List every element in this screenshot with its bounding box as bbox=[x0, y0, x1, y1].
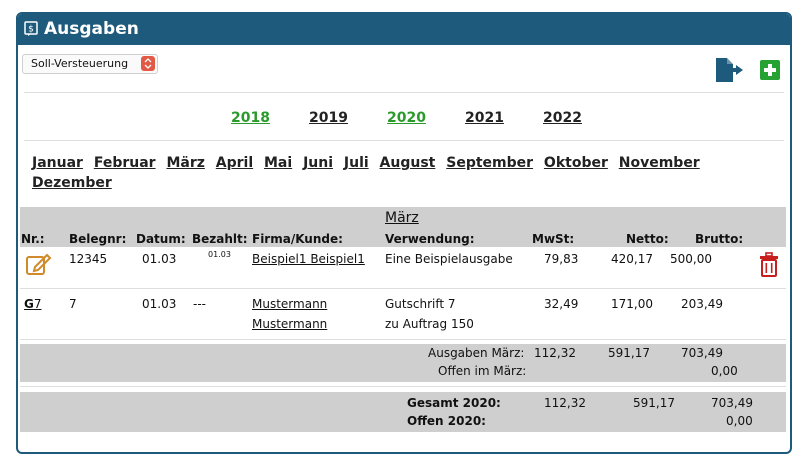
col-header-nr: Nr.: bbox=[21, 232, 45, 246]
col-header-brutto: Brutto: bbox=[695, 232, 744, 246]
edit-icon[interactable] bbox=[26, 252, 52, 276]
trash-icon[interactable] bbox=[758, 252, 780, 278]
month-summary-brutto: 703,49 bbox=[681, 346, 723, 360]
row1-datum: 01.03 bbox=[142, 252, 177, 266]
row2-netto: 171,00 bbox=[611, 297, 653, 311]
plus-icon bbox=[764, 64, 776, 76]
month-link-mai[interactable]: Mai bbox=[264, 155, 292, 171]
add-expense-button[interactable] bbox=[760, 60, 780, 80]
year-summary-brutto: 703,49 bbox=[711, 396, 753, 410]
row2-datum: 01.03 bbox=[142, 297, 177, 311]
month-link-juli[interactable]: Juli bbox=[344, 155, 369, 171]
export-file-icon[interactable] bbox=[714, 57, 744, 83]
col-header-bezahlt: Bezahlt: bbox=[192, 232, 248, 246]
month-summary-band bbox=[20, 344, 786, 382]
row1-verwendung: Eine Beispielausgabe bbox=[385, 252, 513, 266]
row1-brutto: 500,00 bbox=[670, 252, 712, 266]
month-link-januar[interactable]: Januar bbox=[32, 155, 83, 171]
row-divider bbox=[20, 288, 786, 289]
year-link-2018[interactable]: 2018 bbox=[231, 110, 270, 126]
month-link-dezember[interactable]: Dezember bbox=[32, 175, 112, 191]
year-summary-mwst: 112,32 bbox=[544, 396, 586, 410]
expenses-panel: $ Ausgaben Soll-Versteuerung 2018 2019 2… bbox=[16, 12, 792, 454]
divider bbox=[24, 140, 784, 141]
svg-text:$: $ bbox=[28, 25, 34, 35]
select-arrows-icon bbox=[141, 56, 155, 71]
tax-mode-value: Soll-Versteuerung bbox=[31, 57, 129, 70]
row-divider bbox=[20, 339, 786, 340]
month-open-label: Offen im März: bbox=[438, 364, 527, 378]
row2-mwst: 32,49 bbox=[544, 297, 579, 311]
month-link-april[interactable]: April bbox=[216, 155, 253, 171]
divider bbox=[24, 92, 784, 93]
row2-brutto: 203,49 bbox=[681, 297, 723, 311]
col-header-mwst: MwSt: bbox=[532, 232, 575, 246]
row1-netto: 420,17 bbox=[611, 252, 653, 266]
row2-firma-link-2[interactable]: Mustermann bbox=[252, 317, 327, 331]
year-link-2020[interactable]: 2020 bbox=[387, 110, 426, 126]
year-summary-netto: 591,17 bbox=[633, 396, 675, 410]
col-header-verwendung: Verwendung: bbox=[385, 232, 475, 246]
row2-bezahlt: --- bbox=[193, 297, 206, 311]
row1-bezahlt: 01.03 bbox=[208, 250, 231, 259]
row1-mwst: 79,83 bbox=[544, 252, 579, 266]
row2-belegnr: 7 bbox=[69, 297, 77, 311]
col-header-netto: Netto: bbox=[626, 232, 669, 246]
month-links: Januar Februar März April Mai Juni Juli … bbox=[32, 153, 732, 193]
month-link-august[interactable]: August bbox=[380, 155, 436, 171]
tax-mode-select[interactable]: Soll-Versteuerung bbox=[22, 54, 158, 74]
row2-firma-link[interactable]: Mustermann bbox=[252, 297, 327, 311]
year-link-2022[interactable]: 2022 bbox=[543, 110, 582, 126]
col-header-firma: Firma/Kunde: bbox=[252, 232, 343, 246]
year-open-brutto: 0,00 bbox=[726, 414, 753, 428]
month-link-november[interactable]: November bbox=[619, 155, 700, 171]
month-title: März bbox=[385, 210, 419, 226]
month-link-maerz[interactable]: März bbox=[166, 155, 204, 171]
month-summary-label: Ausgaben März: bbox=[428, 346, 525, 360]
row2-nr: 7 bbox=[33, 297, 42, 311]
row-divider bbox=[20, 386, 786, 387]
year-link-2021[interactable]: 2021 bbox=[465, 110, 504, 126]
row1-firma-link[interactable]: Beispiel1 Beispiel1 bbox=[252, 252, 365, 266]
year-open-label: Offen 2020: bbox=[407, 414, 486, 428]
panel-title: Ausgaben bbox=[44, 19, 139, 39]
col-header-belegnr: Belegnr: bbox=[69, 232, 127, 246]
year-link-2019[interactable]: 2019 bbox=[309, 110, 348, 126]
month-link-oktober[interactable]: Oktober bbox=[544, 155, 608, 171]
month-link-juni[interactable]: Juni bbox=[303, 155, 333, 171]
year-summary-label: Gesamt 2020: bbox=[407, 396, 501, 410]
month-link-februar[interactable]: Februar bbox=[94, 155, 156, 171]
row2-nr-link[interactable]: G7 bbox=[24, 297, 42, 311]
row1-belegnr: 12345 bbox=[69, 252, 108, 266]
row2-verwendung-2: zu Auftrag 150 bbox=[385, 317, 474, 331]
month-summary-mwst: 112,32 bbox=[534, 346, 576, 360]
row2-verwendung: Gutschrift 7 bbox=[385, 297, 456, 311]
row2-nr-prefix: G bbox=[24, 297, 34, 311]
month-open-brutto: 0,00 bbox=[711, 364, 738, 378]
receipt-icon: $ bbox=[24, 21, 38, 36]
panel-header: $ Ausgaben bbox=[18, 14, 790, 45]
month-link-september[interactable]: September bbox=[446, 155, 533, 171]
col-header-datum: Datum: bbox=[136, 232, 186, 246]
month-summary-netto: 591,17 bbox=[608, 346, 650, 360]
